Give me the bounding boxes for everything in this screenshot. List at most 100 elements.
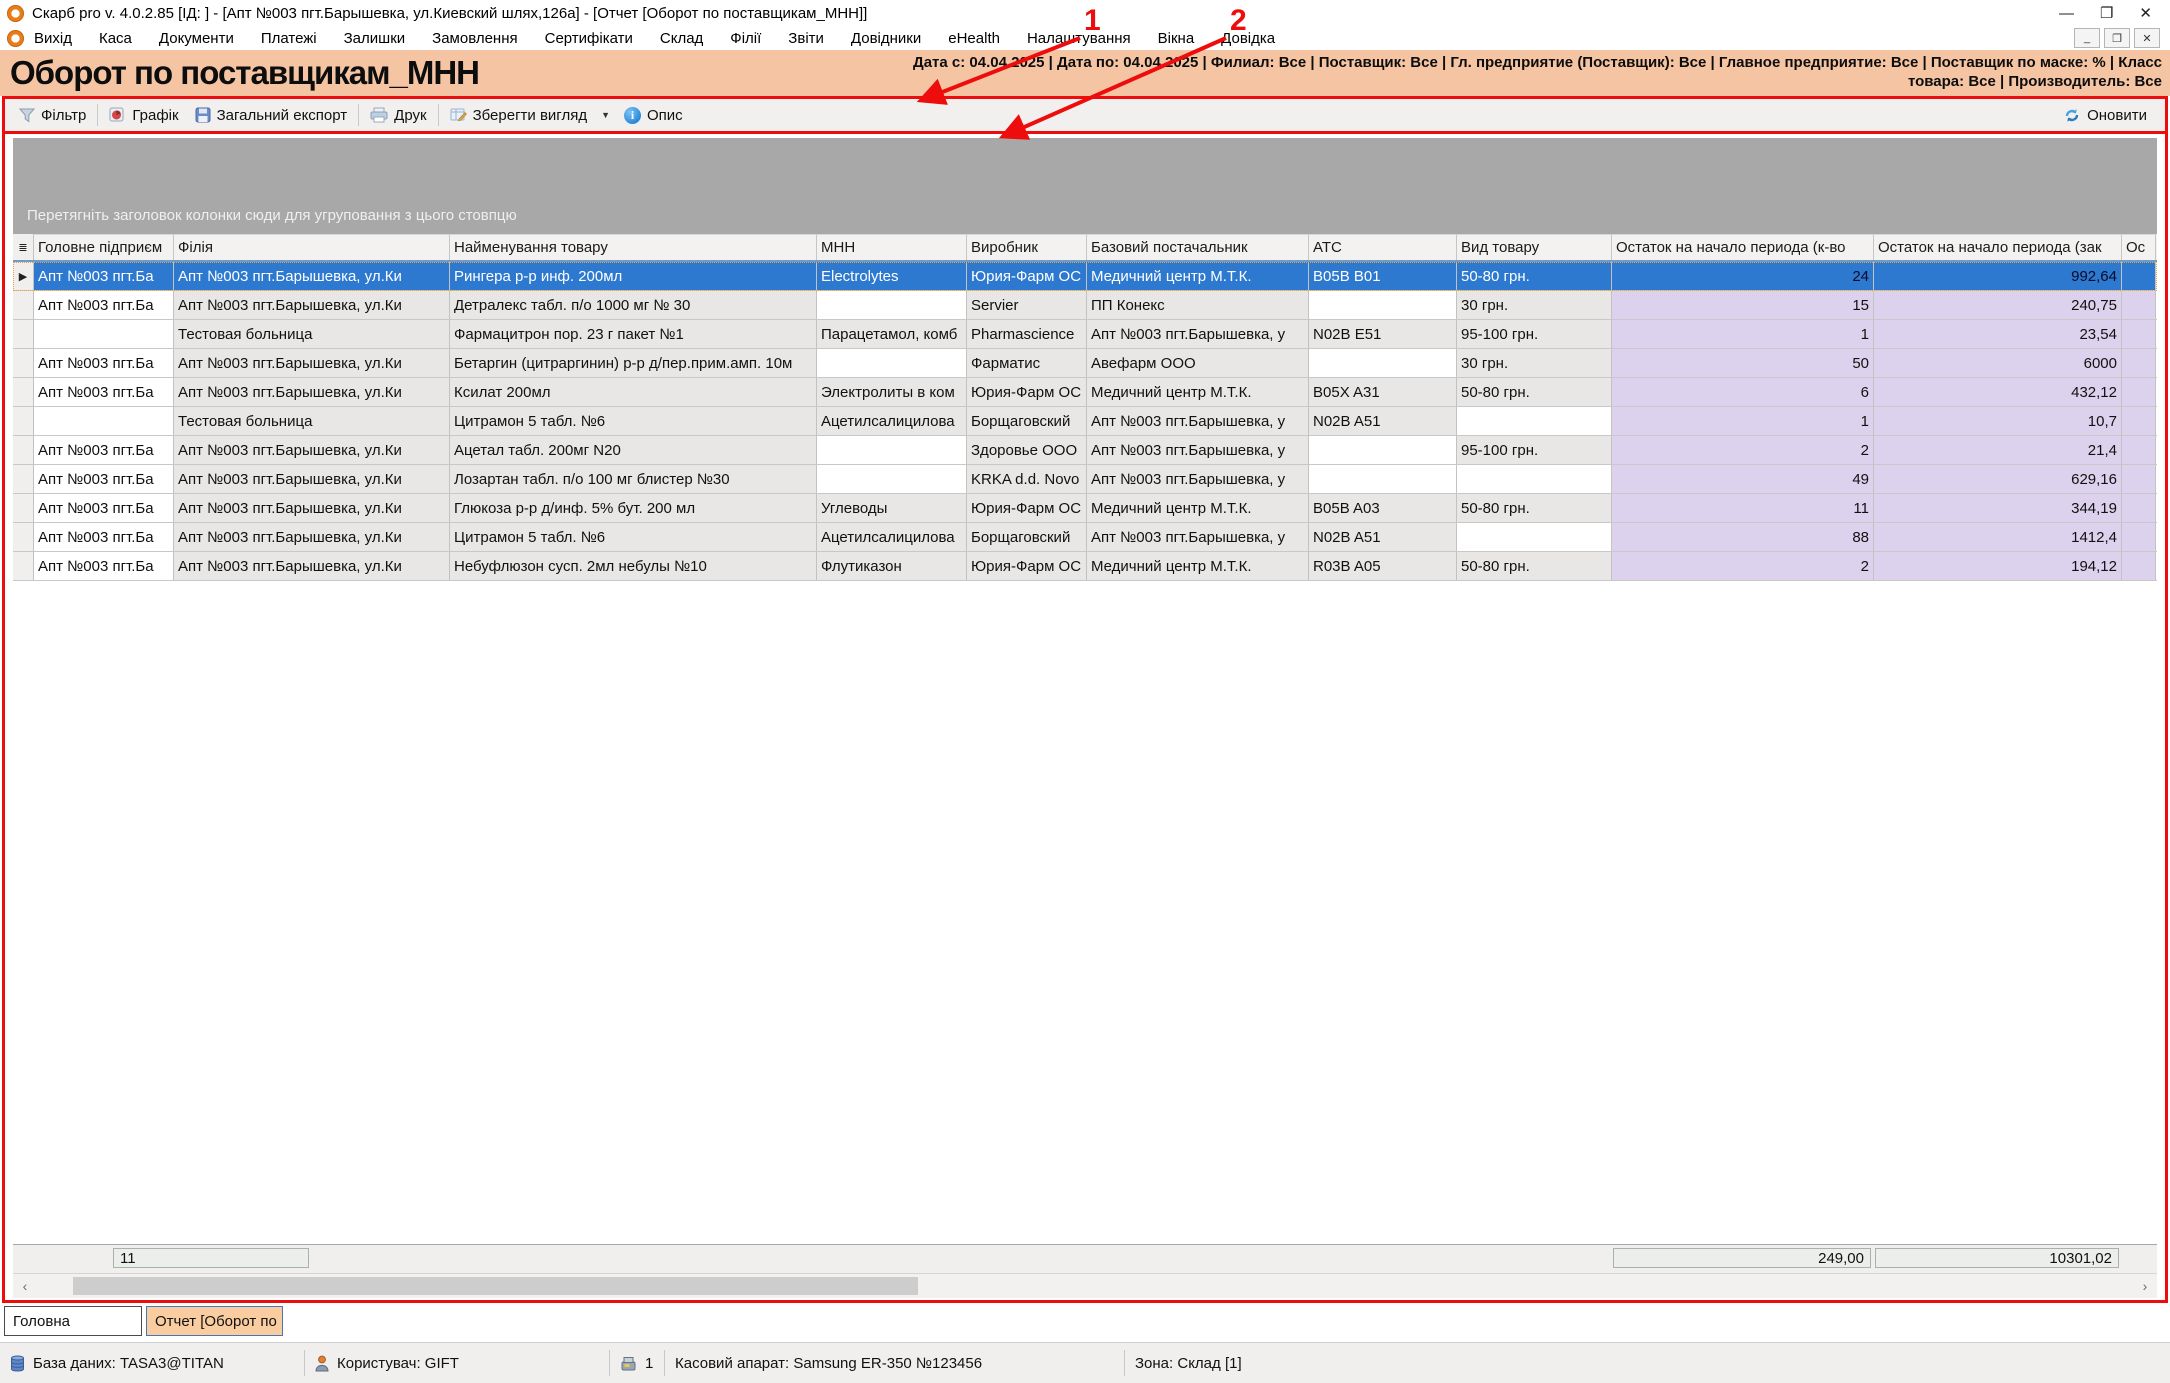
tab-report-active[interactable]: Отчет [Оборот по по ... [146, 1306, 283, 1336]
grid-cell[interactable]: Апт №003 пгт.Барышевка, ул.Ки [174, 494, 450, 522]
group-by-panel[interactable]: Перетягніть заголовок колонки сюди для у… [13, 138, 2157, 234]
table-row[interactable]: Апт №003 пгт.БаАпт №003 пгт.Барышевка, у… [13, 494, 2157, 523]
grid-cell[interactable]: Апт №003 пгт.Ба [34, 523, 174, 551]
grid-cell[interactable]: 95-100 грн. [1457, 320, 1612, 348]
grid-cell[interactable] [2122, 378, 2156, 406]
scrollbar-thumb[interactable] [73, 1277, 918, 1295]
grid-cell[interactable]: Апт №003 пгт.Барышевка, ул.Ки [174, 523, 450, 551]
grid-cell[interactable]: Фарматис [967, 349, 1087, 377]
chart-button[interactable]: Графік [101, 105, 186, 126]
grid-cell[interactable] [817, 436, 967, 464]
menu-item-4[interactable]: Платежі [261, 30, 317, 47]
grid-cell[interactable] [1309, 349, 1457, 377]
grid-cell[interactable]: Апт №003 пгт.Барышевка, ул.Ки [174, 349, 450, 377]
menu-item-13[interactable]: Налаштування [1027, 30, 1131, 47]
grid-cell[interactable]: 11 [1612, 494, 1874, 522]
grid-cell[interactable]: Медичний центр М.Т.К. [1087, 552, 1309, 580]
scroll-left-icon[interactable]: ‹ [15, 1276, 35, 1296]
grid-cell[interactable] [1457, 523, 1612, 551]
table-row[interactable]: Апт №003 пгт.БаАпт №003 пгт.Барышевка, у… [13, 378, 2157, 407]
table-row[interactable]: Тестовая больницаЦитрамон 5 табл. №6Ацет… [13, 407, 2157, 436]
grid-cell[interactable]: 6 [1612, 378, 1874, 406]
grid-cell[interactable]: Медичний центр М.Т.К. [1087, 378, 1309, 406]
grid-cell[interactable]: Фармацитрон пор. 23 г пакет №1 [450, 320, 817, 348]
grid-cell[interactable]: 1412,4 [1874, 523, 2122, 551]
column-header[interactable]: АТС [1309, 234, 1457, 260]
horizontal-scrollbar[interactable]: ‹ › [13, 1273, 2157, 1298]
grid-cell[interactable]: 95-100 грн. [1457, 436, 1612, 464]
grid-cell[interactable]: Ацетилсалицилова [817, 523, 967, 551]
grid-cell[interactable]: Апт №003 пгт.Ба [34, 262, 174, 290]
grid-cell[interactable]: Апт №003 пгт.Барышевка, у [1087, 465, 1309, 493]
grid-cell[interactable]: Ксилат 200мл [450, 378, 817, 406]
grid-cell[interactable]: Бетаргин (цитраргинин) р-р д/пер.прим.ам… [450, 349, 817, 377]
grid-cell[interactable] [2122, 407, 2156, 435]
save-view-button[interactable]: Зберегти вигляд [442, 105, 596, 126]
close-button[interactable]: ✕ [2139, 4, 2152, 22]
grid-cell[interactable] [817, 349, 967, 377]
grid-cell[interactable] [2122, 523, 2156, 551]
column-header[interactable]: МНН [817, 234, 967, 260]
column-header[interactable]: Вид товару [1457, 234, 1612, 260]
menu-item-6[interactable]: Замовлення [432, 30, 517, 47]
grid-cell[interactable] [2122, 465, 2156, 493]
mdi-close-button[interactable]: ✕ [2134, 28, 2160, 48]
refresh-button[interactable]: Оновити [2055, 105, 2155, 126]
grid-cell[interactable] [1309, 436, 1457, 464]
grid-cell[interactable]: 2 [1612, 436, 1874, 464]
menu-item-1[interactable]: Вихід [34, 30, 72, 47]
grid-cell[interactable]: 50 [1612, 349, 1874, 377]
menu-item-5[interactable]: Залишки [344, 30, 406, 47]
grid-cell[interactable]: Апт №003 пгт.Барышевка, ул.Ки [174, 291, 450, 319]
column-header[interactable]: Філія [174, 234, 450, 260]
grid-cell[interactable]: Апт №003 пгт.Барышевка, ул.Ки [174, 378, 450, 406]
column-header[interactable]: Головне підприєм [34, 234, 174, 260]
grid-cell[interactable]: Медичний центр М.Т.К. [1087, 494, 1309, 522]
grid-cell[interactable]: N02B A51 [1309, 523, 1457, 551]
grid-cell[interactable]: Детралекс табл. п/о 1000 мг № 30 [450, 291, 817, 319]
table-row[interactable]: Тестовая больницаФармацитрон пор. 23 г п… [13, 320, 2157, 349]
grid-cell[interactable]: Апт №003 пгт.Ба [34, 349, 174, 377]
grid-cell[interactable]: 30 грн. [1457, 349, 1612, 377]
grid-cell[interactable]: Борщаговский [967, 407, 1087, 435]
grid-cell[interactable]: Юрия-Фарм ОС [967, 262, 1087, 290]
table-row[interactable]: ▶Апт №003 пгт.БаАпт №003 пгт.Барышевка, … [13, 262, 2157, 291]
grid-cell[interactable] [2122, 349, 2156, 377]
grid-cell[interactable]: B05B B01 [1309, 262, 1457, 290]
grid-cell[interactable]: 2 [1612, 552, 1874, 580]
grid-cell[interactable] [1457, 407, 1612, 435]
menu-item-11[interactable]: Довідники [851, 30, 921, 47]
grid-cell[interactable]: 432,12 [1874, 378, 2122, 406]
grid-cell[interactable]: 194,12 [1874, 552, 2122, 580]
grid-cell[interactable] [1309, 465, 1457, 493]
grid-cell[interactable] [2122, 320, 2156, 348]
grid-cell[interactable]: Апт №003 пгт.Ба [34, 552, 174, 580]
column-header[interactable]: Виробник [967, 234, 1087, 260]
grid-cell[interactable]: Апт №003 пгт.Ба [34, 465, 174, 493]
grid-cell[interactable]: Глюкоза р-р д/инф. 5% бут. 200 мл [450, 494, 817, 522]
grid-cell[interactable]: Тестовая больница [174, 320, 450, 348]
menu-item-7[interactable]: Сертифікати [545, 30, 633, 47]
grid-cell[interactable]: 10,7 [1874, 407, 2122, 435]
print-button[interactable]: Друк [362, 105, 434, 126]
grid-cell[interactable]: Апт №003 пгт.Барышевка, ул.Ки [174, 552, 450, 580]
grid-cell[interactable]: 50-80 грн. [1457, 494, 1612, 522]
grid-cell[interactable]: Флутиказон [817, 552, 967, 580]
grid-cell[interactable]: Апт №003 пгт.Барышевка, ул.Ки [174, 465, 450, 493]
column-header[interactable]: Найменування товару [450, 234, 817, 260]
grid-cell[interactable]: Небуфлюзон сусп. 2мл небулы №10 [450, 552, 817, 580]
grid-cell[interactable]: 15 [1612, 291, 1874, 319]
grid-cell[interactable]: Ацетал табл. 200мг N20 [450, 436, 817, 464]
menu-item-9[interactable]: Філії [730, 30, 761, 47]
column-header[interactable]: Базовий постачальник [1087, 234, 1309, 260]
grid-cell[interactable]: Рингера р-р инф. 200мл [450, 262, 817, 290]
scroll-right-icon[interactable]: › [2135, 1276, 2155, 1296]
table-row[interactable]: Апт №003 пгт.БаАпт №003 пгт.Барышевка, у… [13, 436, 2157, 465]
grid-cell[interactable]: Servier [967, 291, 1087, 319]
column-header[interactable]: Остаток на начало периода (к-во [1612, 234, 1874, 260]
grid-cell[interactable]: Тестовая больница [174, 407, 450, 435]
grid-cell[interactable]: Апт №003 пгт.Ба [34, 291, 174, 319]
menu-item-12[interactable]: eHealth [948, 30, 1000, 47]
grid-cell[interactable]: Здоровье ООО [967, 436, 1087, 464]
table-row[interactable]: Апт №003 пгт.БаАпт №003 пгт.Барышевка, у… [13, 552, 2157, 581]
